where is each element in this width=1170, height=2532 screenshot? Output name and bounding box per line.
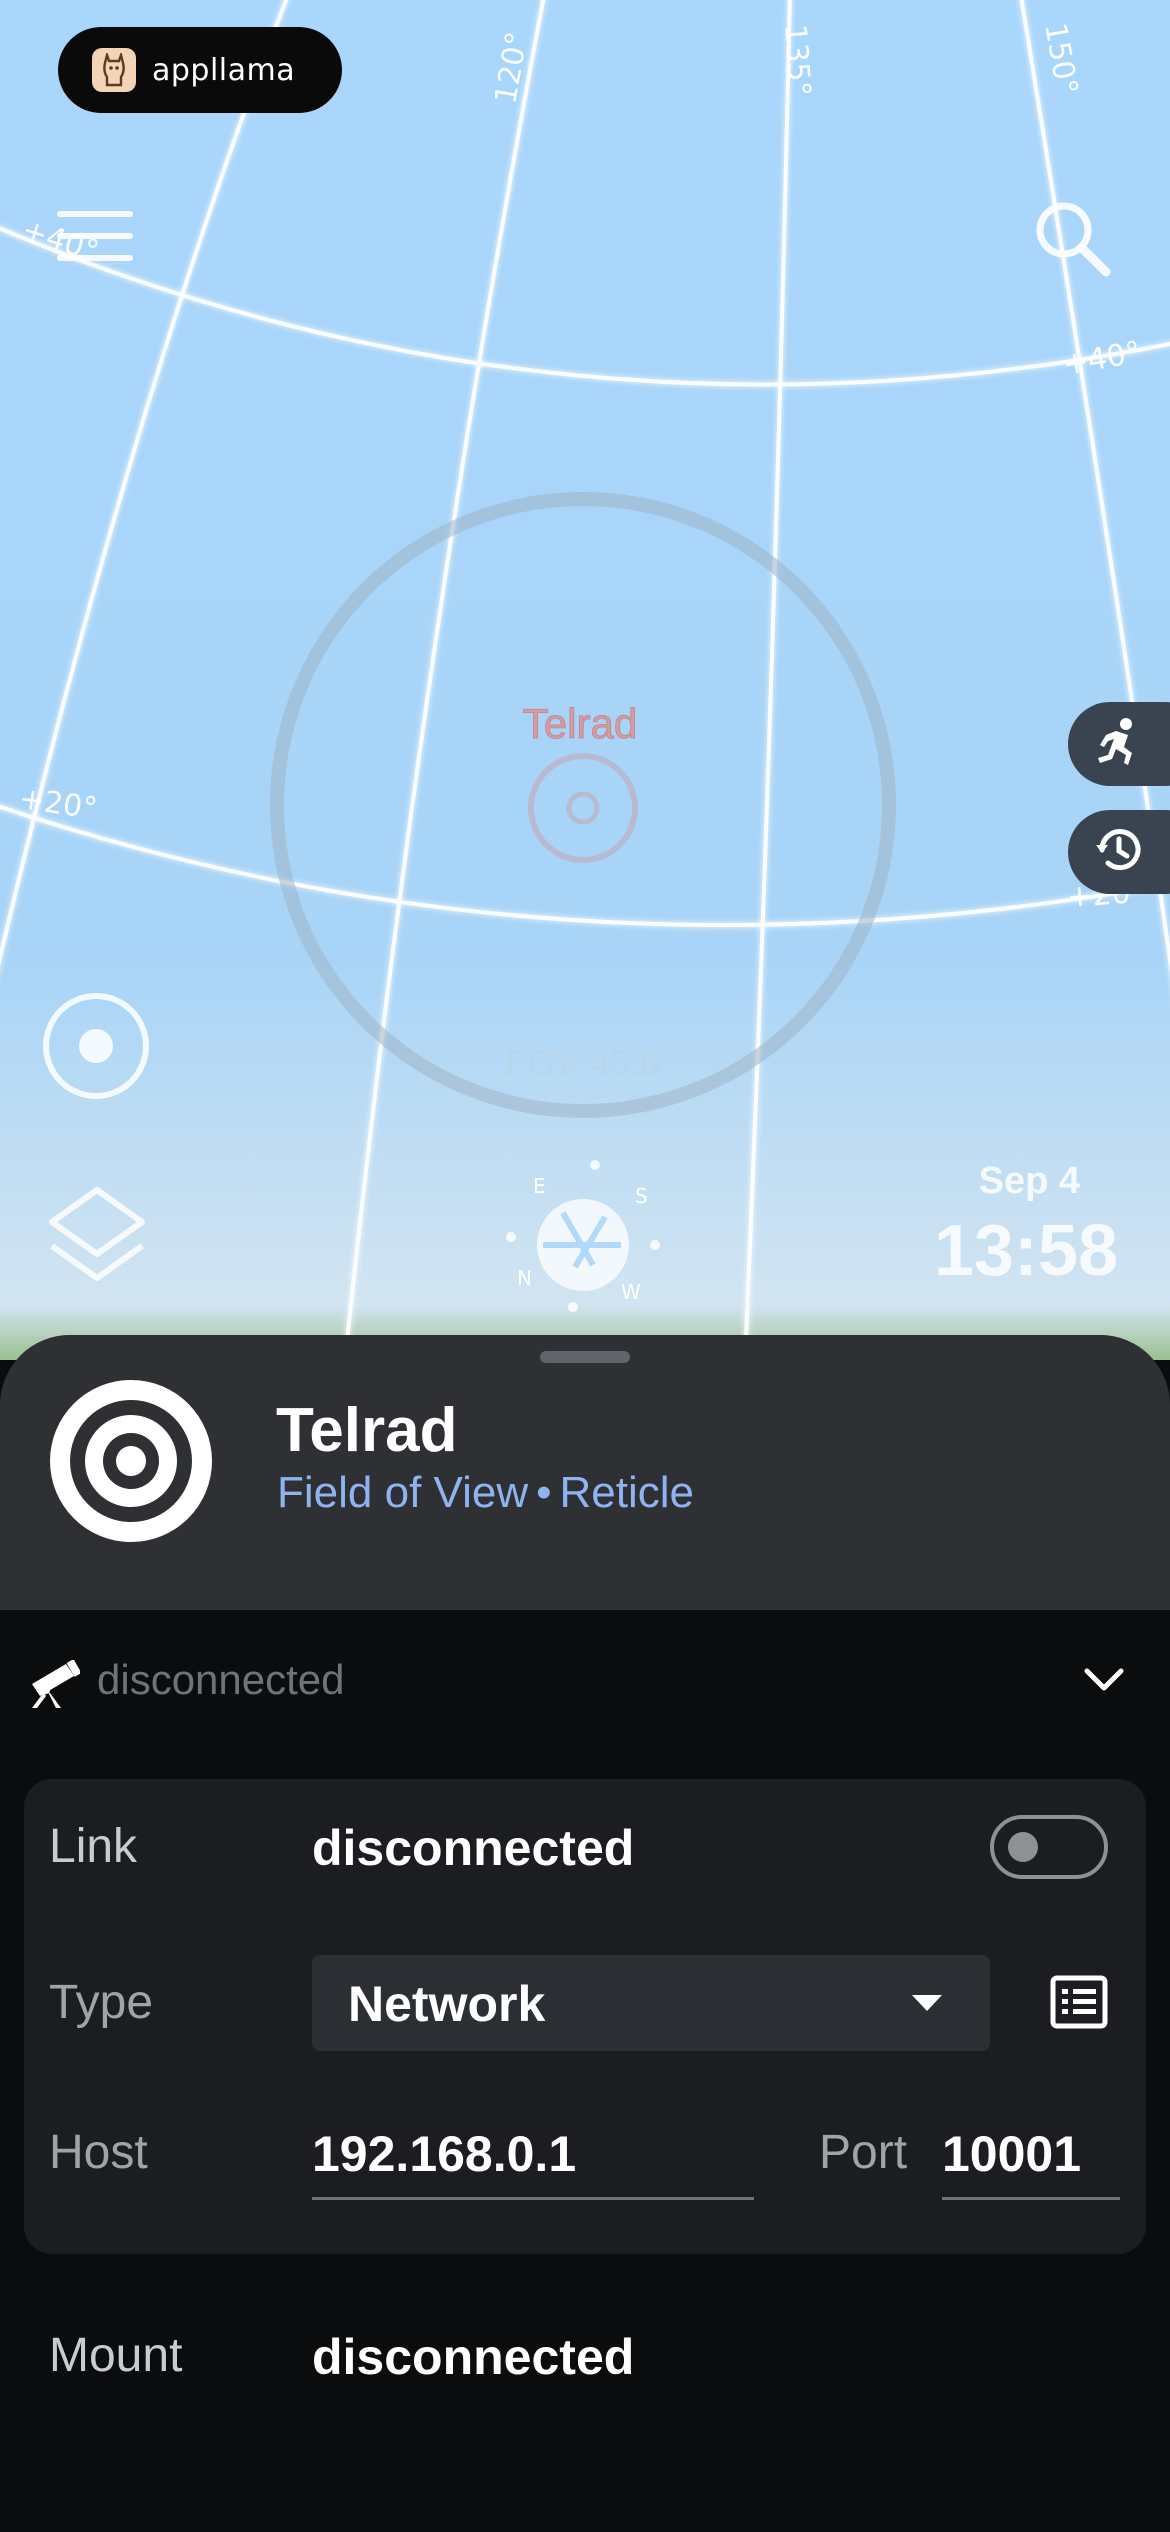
object-info-sheet: Telrad Field of View • Reticle disconnecte…	[0, 1335, 1170, 2532]
object-title: Telrad	[276, 1396, 458, 1465]
compass-w: W	[621, 1280, 641, 1304]
link-value: disconnected	[312, 1820, 635, 1876]
llama-logo-icon	[92, 48, 136, 92]
object-subtitle: Field of View • Reticle	[277, 1468, 694, 1518]
ra-label-120: 120°	[488, 29, 535, 106]
sheet-drag-handle[interactable]	[540, 1351, 630, 1363]
telescope-connection-row[interactable]: disconnected	[0, 1610, 1170, 1750]
host-label: Host	[49, 2126, 148, 2179]
ra-line-150	[1019, 0, 1170, 974]
subtitle-separator: •	[536, 1468, 552, 1517]
port-input-underline	[942, 2197, 1120, 2200]
sky-map[interactable]: 120° 135° 150° +40° +40° +20° +20° E S N…	[0, 0, 1170, 1360]
object-category[interactable]: Field of View	[277, 1468, 528, 1517]
dropdown-caret-icon	[912, 1995, 942, 2011]
link-label: Link	[49, 1820, 138, 1873]
telescope-icon	[26, 1659, 82, 1713]
layers-icon[interactable]	[46, 1184, 148, 1293]
mount-label: Mount	[49, 2329, 183, 2382]
mount-value: disconnected	[312, 2329, 635, 2385]
type-label: Type	[49, 1976, 154, 2029]
compass-e: E	[533, 1174, 546, 1198]
link-toggle[interactable]	[990, 1815, 1108, 1879]
history-icon	[1094, 825, 1144, 880]
hamburger-menu-icon[interactable]	[56, 208, 136, 269]
celestial-grid: 120° 135° 150° +40° +40° +20° +20° E S N…	[0, 0, 1170, 1360]
bullseye-icon	[50, 1380, 212, 1547]
ra-label-135: 135°	[777, 23, 817, 98]
fov-label: FOV 45.0°	[505, 1042, 675, 1083]
compass-n: N	[517, 1266, 532, 1290]
compass-s: S	[635, 1184, 648, 1208]
dec-label-20-left: +20°	[17, 781, 99, 827]
ad-brand-text: appllama	[152, 52, 296, 88]
object-subcategory[interactable]: Reticle	[560, 1468, 695, 1517]
running-person-icon	[1094, 717, 1140, 772]
history-button[interactable]	[1068, 810, 1170, 894]
sheet-header[interactable]: Telrad Field of View • Reticle	[0, 1335, 1170, 1610]
connection-status: disconnected	[97, 1656, 345, 1703]
device-list-icon[interactable]	[1050, 1975, 1108, 2034]
host-input[interactable]: 192.168.0.1	[312, 2125, 576, 2183]
target-icon[interactable]	[40, 990, 152, 1107]
ra-line-120	[343, 0, 546, 1360]
reticle-label: Telrad	[522, 700, 638, 748]
port-input[interactable]: 10001	[942, 2125, 1081, 2183]
ra-line-135	[743, 0, 792, 1360]
port-label: Port	[819, 2126, 908, 2179]
time-display[interactable]: 13:58	[798, 1210, 1118, 1292]
date-display[interactable]: Sep 4	[820, 1160, 1080, 1203]
telrad-reticle	[270, 492, 896, 1118]
type-select-value: Network	[348, 1976, 546, 2032]
chevron-down-icon[interactable]	[1083, 1665, 1125, 1700]
compass: E S N W	[506, 1160, 660, 1312]
dec-label-40-right: +40°	[1060, 335, 1143, 383]
toggle-knob	[1008, 1832, 1038, 1862]
quick-mode-button[interactable]	[1068, 702, 1170, 786]
host-input-underline	[312, 2197, 754, 2200]
type-select[interactable]: Network	[312, 1955, 990, 2051]
dec-line-40	[0, 226, 1170, 387]
search-icon[interactable]	[1030, 196, 1114, 285]
telescope-settings-card: Link disconnected Type Network Host 192.…	[24, 1779, 1146, 2254]
ra-label-150: 150°	[1037, 20, 1084, 97]
ad-banner[interactable]: appllama	[58, 27, 342, 113]
